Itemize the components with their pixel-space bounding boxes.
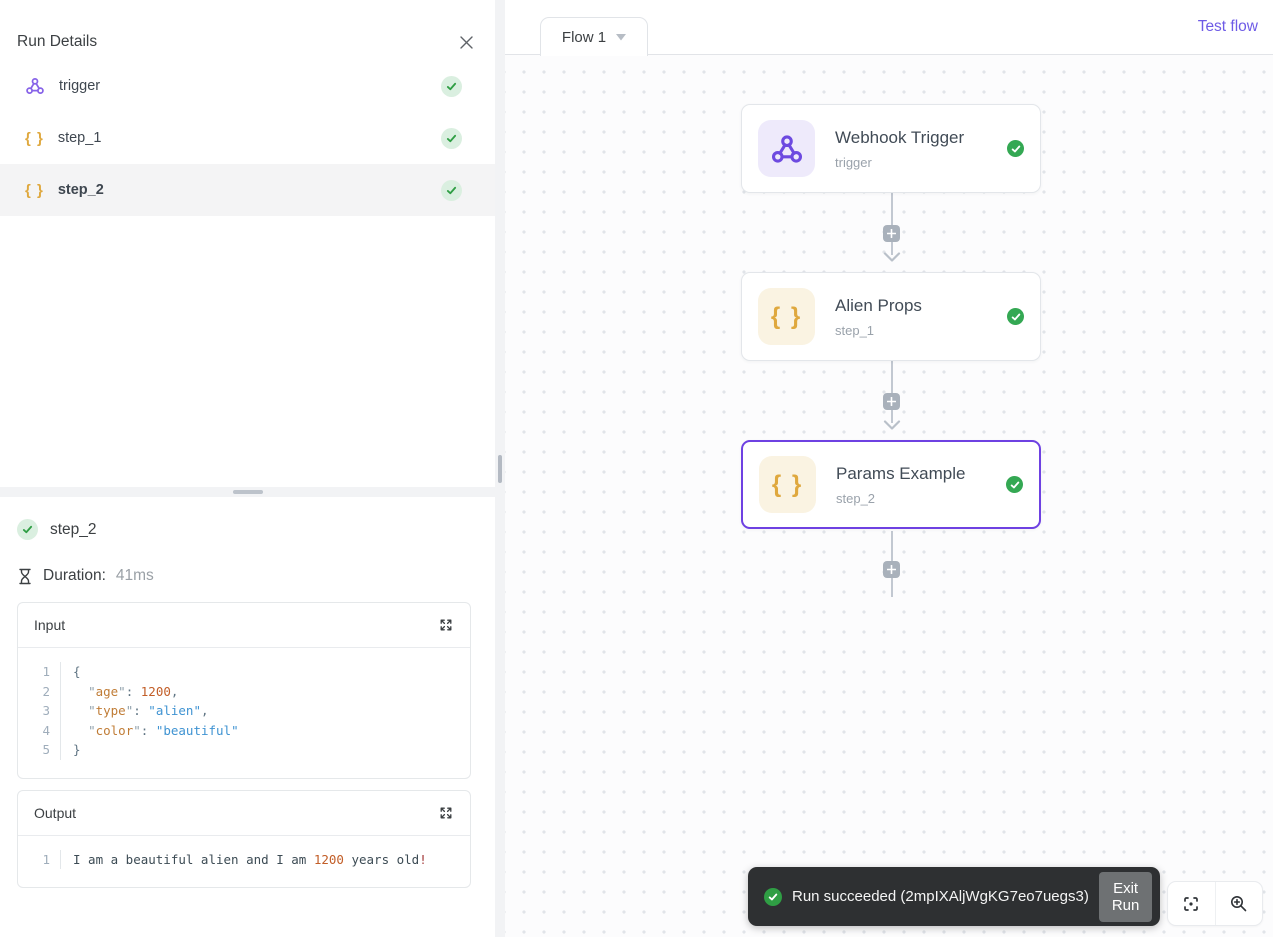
panel-splitter [0,487,495,497]
braces-icon: { } [759,456,816,513]
run-step-label: step_1 [57,130,102,146]
run-details-sidebar: Run Details trigger { } step_1 {} step_… [0,0,495,937]
code-line: 5} [18,740,470,760]
success-check-icon [764,887,782,906]
chevron-down-icon[interactable] [616,33,627,41]
node-webhook-trigger[interactable]: Webhook Trigger trigger [741,104,1041,193]
run-step-list: trigger { } step_1 { } step_2 [0,60,495,216]
fit-view-icon[interactable] [1168,882,1215,925]
run-details-section: Run Details trigger { } step_1 {} step_… [0,0,495,487]
braces-icon: { } [25,129,44,147]
arrow-down-icon [883,252,901,262]
connector-line [891,193,893,255]
zoom-in-icon[interactable] [1214,882,1263,925]
node-title: Params Example [836,463,966,483]
run-step-step2[interactable]: { } step_2 [0,164,495,216]
success-check-icon [17,519,38,540]
webhook-icon [758,120,815,177]
duration-value: 41ms [115,567,154,584]
node-params-example[interactable]: { } Params Example step_2 [741,440,1041,529]
run-succeeded-toast: Run succeeded (2mpIXAljWgKG7eo7uegs3) Ex… [748,867,1160,926]
run-step-step1[interactable]: { } step_1 [0,112,495,164]
input-code: 1{2 "age": 1200, 3 "type": "alien", 4 "col… [18,648,470,778]
input-card: Input 1{2 "age": 1200, 3 "type": "alien",… [17,602,471,779]
exit-run-button[interactable]: Exit Run [1098,871,1153,922]
braces-icon: { } [25,181,44,199]
success-check-icon [441,75,462,97]
duration-label: Duration: [43,567,106,584]
success-check-icon [1007,140,1024,157]
node-title: Alien Props [835,295,922,315]
expand-icon[interactable] [438,805,454,821]
run-details-header: Run Details [0,0,495,58]
step-details-section: step_2 Duration: 41ms Input 1{2 "age": 1… [0,497,495,937]
success-check-icon [441,179,462,201]
tab-flow-1[interactable]: Flow 1 [540,17,648,56]
close-icon[interactable] [457,33,475,51]
add-step-button[interactable] [883,561,900,578]
panel-title: Run Details [17,33,98,50]
arrow-down-icon [883,420,901,430]
output-code: 1I am a beautiful alien and I am 1200 ye… [18,836,470,888]
code-line: 2 "age": 1200, [18,681,470,701]
code-line: 1I am a beautiful alien and I am 1200 ye… [18,849,470,869]
webhook-icon [25,76,45,96]
success-check-icon [1006,476,1023,493]
braces-icon: { } [758,288,815,345]
hourglass-icon [17,568,33,585]
add-step-button[interactable] [883,393,900,410]
run-step-trigger[interactable]: trigger [0,60,495,112]
canvas-controls [1167,881,1263,926]
step-detail-header: step_2 [17,519,471,540]
run-step-label: step_2 [57,182,104,198]
connector-line [891,361,893,423]
flow-canvas: Flow 1 Test flow Webhook Trigger trigger… [505,0,1273,937]
success-check-icon [441,127,462,149]
output-card-header: Output [18,791,470,836]
code-line: 4 "color": "beautiful" [18,720,470,740]
sidebar-drag-handle[interactable] [498,455,502,483]
node-subtitle: trigger [835,154,872,170]
node-alien-props[interactable]: { } Alien Props step_1 [741,272,1041,361]
code-line: 1{ [18,662,470,682]
input-title: Input [34,617,66,633]
node-subtitle: step_1 [835,322,875,338]
output-card: Output 1I am a beautiful alien and I am … [17,789,471,888]
tab-label: Flow 1 [561,28,607,46]
toast-message: Run succeeded (2mpIXAljWgKG7eo7uegs3) [792,888,1089,905]
sidebar-splitter [495,0,505,937]
expand-icon[interactable] [438,617,454,633]
node-subtitle: step_2 [836,490,876,506]
run-step-label: trigger [59,78,101,94]
code-line: 3 "type": "alien", [18,701,470,721]
splitter-drag-handle[interactable] [232,490,263,494]
step-name: step_2 [50,520,97,538]
input-card-header: Input [18,603,470,648]
duration-row: Duration: 41ms [17,567,471,585]
node-title: Webhook Trigger [835,127,965,147]
success-check-icon [1007,308,1024,325]
add-step-button[interactable] [883,225,900,242]
output-title: Output [34,804,77,821]
test-flow-button[interactable]: Test flow [1198,18,1258,36]
